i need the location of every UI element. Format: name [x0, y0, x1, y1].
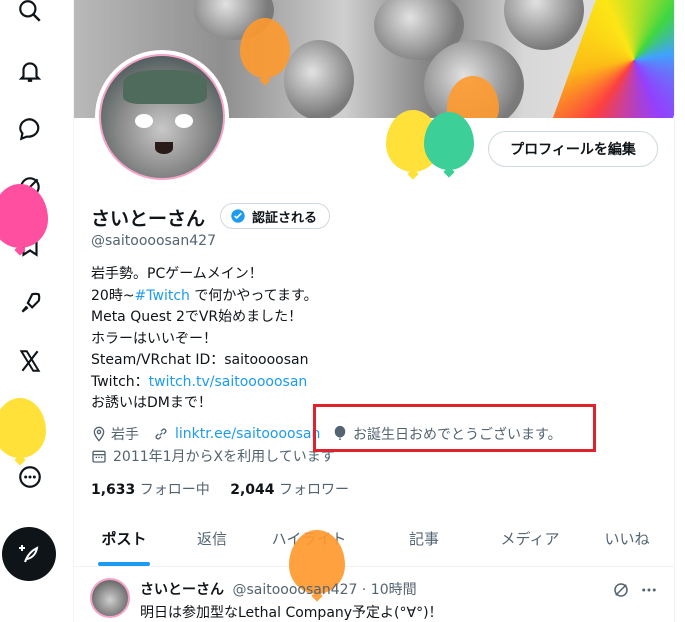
communities-icon[interactable] [15, 288, 45, 318]
more-icon[interactable] [15, 462, 45, 492]
post-item[interactable]: さいとーさん @saitoooosan427 · 10時間 明日は参加型なLet… [74, 566, 674, 622]
follow-stats: 1,633 フォロー中 2,044 フォロワー [91, 479, 349, 499]
tab-replies[interactable]: 返信 [174, 512, 250, 565]
left-sidebar [0, 0, 60, 622]
more-options-icon[interactable] [640, 581, 658, 599]
messages-icon[interactable] [15, 114, 45, 144]
verified-badge-icon [231, 209, 245, 223]
post-time[interactable]: · 10時間 [362, 582, 417, 598]
tab-articles[interactable]: 記事 [368, 512, 480, 565]
post-header: さいとーさん @saitoooosan427 · 10時間 [140, 579, 417, 599]
search-icon[interactable] [15, 0, 45, 26]
grok-icon[interactable] [612, 581, 630, 599]
balloon-green [424, 112, 474, 170]
feather-plus-icon [19, 545, 39, 563]
twitch-link[interactable]: twitch.tv/saitooooosan [149, 374, 308, 390]
followers-link[interactable]: 2,044 フォロワー [230, 482, 349, 498]
link-icon [155, 428, 167, 440]
profile-avatar[interactable] [95, 50, 229, 184]
profile-bio: 岩手勢。PCゲームメイン！ 20時~#Twitch で何かやってます。 Meta… [91, 266, 318, 411]
following-link[interactable]: 1,633 フォロー中 [91, 482, 210, 498]
notifications-icon[interactable] [15, 56, 45, 86]
x-premium-icon[interactable] [15, 346, 45, 376]
profile-handle: @saitoooosan427 [91, 233, 216, 249]
location-text: 岩手 [111, 427, 139, 443]
profile-name: さいとーさん [91, 208, 206, 230]
tab-media[interactable]: メディア [480, 512, 580, 565]
birthday-highlight-box [313, 404, 596, 452]
calendar-icon [92, 450, 106, 463]
post-avatar[interactable] [90, 578, 130, 618]
joined-text: 2011年1月からXを利用しています [113, 449, 335, 465]
post-text: 明日は参加型なLethal Company予定よ(°∀°)！ [140, 605, 443, 621]
joined-row: 2011年1月からXを利用しています [91, 446, 335, 466]
tab-posts[interactable]: ポスト [74, 512, 174, 565]
verify-label: 認証される [252, 210, 318, 226]
post-author-name[interactable]: さいとーさん [140, 582, 224, 598]
profile-tabs: ポスト 返信 ハイライト 記事 メディア いいね [74, 512, 674, 567]
compose-post-button[interactable] [2, 527, 56, 581]
post-author-handle[interactable]: @saitoooosan427 [232, 582, 357, 598]
profile-main: プロフィールを編集 さいとーさん 認証される @saitoooosan427 岩… [73, 0, 675, 622]
tab-likes[interactable]: いいね [580, 512, 674, 565]
edit-profile-button[interactable]: プロフィールを編集 [488, 131, 658, 167]
website-link[interactable]: linktr.ee/saitoooosan [175, 426, 321, 442]
get-verified-button[interactable]: 認証される [220, 203, 331, 229]
hashtag-link[interactable]: #Twitch [135, 288, 190, 304]
location-icon [93, 426, 105, 442]
